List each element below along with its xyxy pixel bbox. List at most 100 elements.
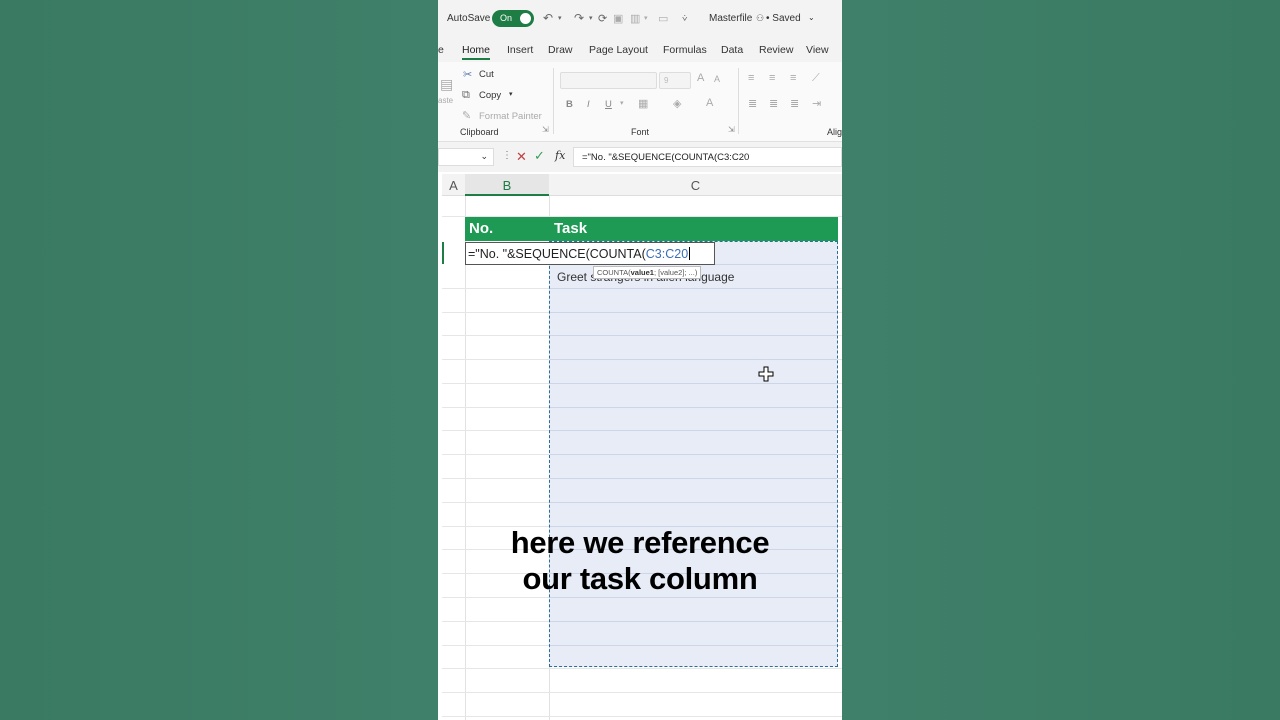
table-header-row: No. Task: [465, 217, 838, 241]
row-gridline: [550, 597, 837, 598]
row-gridline: [550, 621, 837, 622]
enter-check-icon[interactable]: ✓: [534, 148, 545, 164]
row-gridline: [442, 692, 842, 693]
align-top-icon[interactable]: ≡: [748, 72, 754, 84]
divider: [553, 68, 554, 134]
tab-formulas[interactable]: Formulas: [663, 44, 707, 56]
chart-icon[interactable]: ▥: [630, 12, 640, 25]
more-options-icon[interactable]: ⋮: [502, 150, 512, 161]
font-group-label: Font: [631, 127, 650, 137]
row-gridline: [442, 716, 842, 717]
background-right: [842, 0, 1280, 720]
formula-input[interactable]: ="No. "&SEQUENCE(COUNTA(C3:C20: [573, 147, 842, 167]
dialog-launcher-icon[interactable]: ⇲: [542, 125, 549, 134]
formula-bar: ⌄ ⋮ ✕ ✓ fx ="No. "&SEQUENCE(COUNTA(C3:C2…: [438, 142, 842, 172]
row-gridline: [550, 502, 837, 503]
row-gridline: [550, 645, 837, 646]
autosave-label: AutoSave: [447, 13, 491, 24]
function-tooltip[interactable]: COUNTA(value1; [value2]; ...): [593, 266, 702, 279]
alignment-group-label: Alig: [827, 127, 842, 137]
redo-dropdown-icon[interactable]: ▾: [589, 14, 593, 22]
row-gridline: [550, 407, 837, 408]
clipboard-group-label: Clipboard: [460, 127, 499, 137]
tab-draw[interactable]: Draw: [548, 44, 573, 56]
format-painter-button[interactable]: Format Painter: [479, 111, 542, 122]
copy-dropdown-icon[interactable]: ▾: [509, 90, 513, 98]
align-middle-icon[interactable]: ≡: [769, 72, 775, 84]
edit-formula-prefix: ="No. "&SEQUENCE(COUNTA(: [468, 247, 646, 261]
chevron-down-icon[interactable]: ⌄: [808, 13, 815, 22]
decrease-font-icon[interactable]: A: [714, 74, 720, 84]
italic-button[interactable]: I: [587, 99, 590, 110]
tooltip-function-name: COUNTA(: [597, 268, 631, 277]
column-gridline: [465, 196, 466, 720]
underline-button[interactable]: U: [605, 99, 612, 110]
tab-file[interactable]: e: [438, 44, 444, 56]
scissors-icon: ✂: [463, 69, 473, 81]
undo-dropdown-icon[interactable]: ▾: [558, 14, 562, 22]
paste-label: aste: [438, 96, 454, 105]
autosave-toggle[interactable]: On: [492, 10, 534, 27]
paste-icon[interactable]: ▤: [440, 76, 453, 93]
redo-icon[interactable]: ↷: [574, 11, 584, 25]
active-row-marker: [442, 242, 444, 264]
caption-line-1: here we reference: [510, 525, 770, 560]
row-gridline: [550, 478, 837, 479]
cancel-icon[interactable]: ✕: [516, 149, 527, 165]
camera-icon[interactable]: ▣: [613, 12, 623, 25]
copy-button[interactable]: Copy: [479, 90, 501, 101]
header-cell-task[interactable]: Task: [554, 220, 587, 237]
undo-icon[interactable]: ↶: [543, 11, 553, 25]
align-center-icon[interactable]: ≣: [769, 97, 778, 110]
edit-formula-reference: C3:C20: [645, 247, 689, 261]
refresh-icon[interactable]: ⟳: [598, 12, 607, 25]
borders-icon[interactable]: ▦: [638, 97, 648, 110]
title-bar: AutoSave On ↶ ▾ ↷ ▾ ⟳ ▣ ▥ ▾ ▭ ⩒ Masterfi…: [438, 0, 842, 38]
excel-window: AutoSave On ↶ ▾ ↷ ▾ ⟳ ▣ ▥ ▾ ▭ ⩒ Masterfi…: [438, 0, 842, 720]
name-box[interactable]: ⌄: [438, 148, 494, 166]
column-header-b[interactable]: B: [465, 174, 549, 196]
orientation-icon[interactable]: ⟋: [812, 72, 820, 85]
tooltip-current-arg: value1: [630, 268, 654, 277]
name-box-chevron-icon[interactable]: ⌄: [480, 151, 488, 162]
align-left-icon[interactable]: ≣: [748, 97, 757, 110]
font-dialog-launcher-icon[interactable]: ⇲: [728, 125, 735, 134]
background-left: [0, 0, 438, 720]
font-size-select[interactable]: 9: [659, 72, 691, 89]
video-caption: here we reference our task column: [438, 525, 842, 597]
tab-page-layout[interactable]: Page Layout: [589, 44, 648, 56]
tab-insert[interactable]: Insert: [507, 44, 533, 56]
tab-review[interactable]: Review: [759, 44, 793, 56]
ribbon-home: ▤ aste ✂ Cut ⧉ Copy ▾ ✎ Format Painter C…: [438, 62, 842, 142]
align-bottom-icon[interactable]: ≡: [790, 72, 796, 84]
active-tab-indicator: [462, 58, 490, 60]
customize-toolbar-icon[interactable]: ⩒: [682, 13, 687, 24]
insert-function-button[interactable]: fx: [555, 149, 565, 162]
header-cell-no[interactable]: No.: [469, 220, 493, 237]
column-header-a[interactable]: A: [442, 174, 465, 196]
fill-color-icon[interactable]: ◈: [673, 97, 681, 110]
referenced-range-highlight: [549, 241, 838, 667]
toggle-knob: [520, 13, 531, 24]
tab-view[interactable]: View: [806, 44, 829, 56]
cell-b3-editing[interactable]: ="No. "&SEQUENCE(COUNTA(C3:C20: [465, 242, 715, 265]
column-header-c[interactable]: C: [549, 174, 842, 196]
row-gridline: [550, 383, 837, 384]
font-color-icon[interactable]: A: [706, 97, 713, 109]
row-gridline: [550, 335, 837, 336]
cut-button[interactable]: Cut: [479, 69, 494, 80]
bold-button[interactable]: B: [566, 99, 573, 110]
indent-icon[interactable]: ⇥: [812, 97, 821, 110]
file-name[interactable]: Masterfile: [709, 13, 752, 24]
underline-dropdown-icon[interactable]: ▾: [620, 99, 624, 107]
increase-font-icon[interactable]: A: [697, 72, 704, 84]
chart-dropdown-icon[interactable]: ▾: [644, 14, 648, 22]
row-gridline: [550, 359, 837, 360]
font-name-select[interactable]: [560, 72, 657, 89]
align-right-icon[interactable]: ≣: [790, 97, 799, 110]
row-gridline: [550, 312, 837, 313]
comment-icon[interactable]: ▭: [658, 12, 668, 25]
tab-data[interactable]: Data: [721, 44, 743, 56]
autosave-toggle-label: On: [500, 13, 513, 23]
tab-home[interactable]: Home: [462, 44, 490, 56]
